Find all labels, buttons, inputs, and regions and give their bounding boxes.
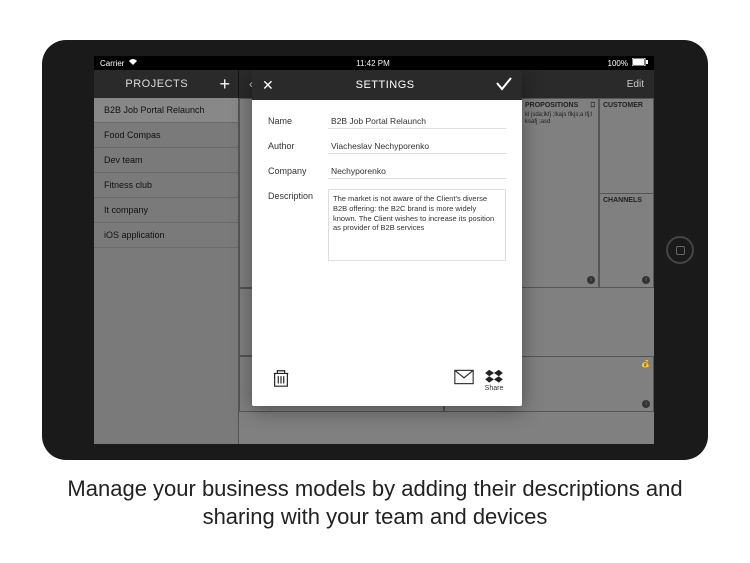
wifi-icon xyxy=(128,58,138,68)
share-group: Share xyxy=(454,369,504,392)
sidebar-item-project[interactable]: It company xyxy=(94,198,238,223)
marketing-caption: Manage your business models by adding th… xyxy=(0,475,750,530)
sidebar-item-project[interactable]: Food Compas xyxy=(94,123,238,148)
dropbox-icon xyxy=(484,369,504,385)
description-input[interactable]: The market is not aware of the Client's … xyxy=(328,189,506,261)
accept-button[interactable] xyxy=(496,77,512,94)
battery-icon xyxy=(632,58,648,68)
block-label: CHANNELS xyxy=(603,197,642,204)
share-label: Share xyxy=(485,385,504,392)
info-icon[interactable]: i xyxy=(642,276,650,284)
sidebar-header: PROJECTS + xyxy=(94,70,239,98)
close-button[interactable]: ✕ xyxy=(262,77,274,94)
edit-button[interactable]: Edit xyxy=(627,79,644,90)
projects-title: PROJECTS xyxy=(94,78,219,90)
carrier-label: Carrier xyxy=(100,59,124,68)
sidebar-item-project[interactable]: Dev team xyxy=(94,148,238,173)
home-button[interactable] xyxy=(666,236,694,264)
sidebar-item-project[interactable]: B2B Job Portal Relaunch xyxy=(94,98,238,123)
sidebar-item-project[interactable]: Fitness club xyxy=(94,173,238,198)
canvas-block-propositions[interactable]: PROPOSITIONS ⎕ kl jsda;lkfj ;lkajs flkjs… xyxy=(521,98,599,288)
form-row-description: Description The market is not aware of t… xyxy=(268,189,506,261)
name-label: Name xyxy=(268,114,320,126)
modal-footer: Share xyxy=(252,360,522,406)
dropbox-share-button[interactable]: Share xyxy=(484,369,504,392)
trash-icon xyxy=(270,368,292,388)
add-project-button[interactable]: + xyxy=(219,74,230,95)
money-bag-icon: 💰 xyxy=(641,360,650,368)
company-label: Company xyxy=(268,164,320,176)
block-label: PROPOSITIONS xyxy=(525,102,578,110)
form-row-name: Name B2B Job Portal Relaunch xyxy=(268,114,506,129)
form-row-company: Company Nechyporenko xyxy=(268,164,506,179)
block-note: kl jsda;lkfj ;lkajs flkjs;a lfj;l ksafj … xyxy=(525,112,595,126)
info-icon[interactable]: i xyxy=(587,276,595,284)
form-row-author: Author Viacheslav Nechyporenko xyxy=(268,139,506,154)
mail-share-button[interactable] xyxy=(454,369,474,385)
projects-sidebar: B2B Job Portal Relaunch Food Compas Dev … xyxy=(94,98,239,444)
gift-icon: ⎕ xyxy=(591,102,595,110)
author-input[interactable]: Viacheslav Nechyporenko xyxy=(328,139,506,154)
company-input[interactable]: Nechyporenko xyxy=(328,164,506,179)
status-bar: Carrier 11:42 PM 100% xyxy=(94,56,654,70)
tablet-frame: Carrier 11:42 PM 100% PROJECTS + ‹ xyxy=(42,40,708,460)
canvas-block-channels[interactable]: CHANNELS i xyxy=(599,193,654,288)
settings-modal: ✕ SETTINGS Name B2B Job Portal Relaunch … xyxy=(252,70,522,406)
delete-button[interactable] xyxy=(270,368,292,393)
status-time: 11:42 PM xyxy=(356,59,390,68)
modal-title: SETTINGS xyxy=(356,79,415,91)
modal-body: Name B2B Job Portal Relaunch Author Viac… xyxy=(252,100,522,360)
name-input[interactable]: B2B Job Portal Relaunch xyxy=(328,114,506,129)
app-screen: Carrier 11:42 PM 100% PROJECTS + ‹ xyxy=(94,56,654,444)
modal-header: ✕ SETTINGS xyxy=(252,70,522,100)
mail-icon xyxy=(454,369,474,385)
block-label: CUSTOMER xyxy=(603,102,643,109)
home-button-square-icon xyxy=(676,246,685,255)
info-icon[interactable]: i xyxy=(642,400,650,408)
sidebar-item-project[interactable]: iOS application xyxy=(94,223,238,248)
author-label: Author xyxy=(268,139,320,151)
description-label: Description xyxy=(268,189,320,201)
battery-label: 100% xyxy=(608,59,628,68)
